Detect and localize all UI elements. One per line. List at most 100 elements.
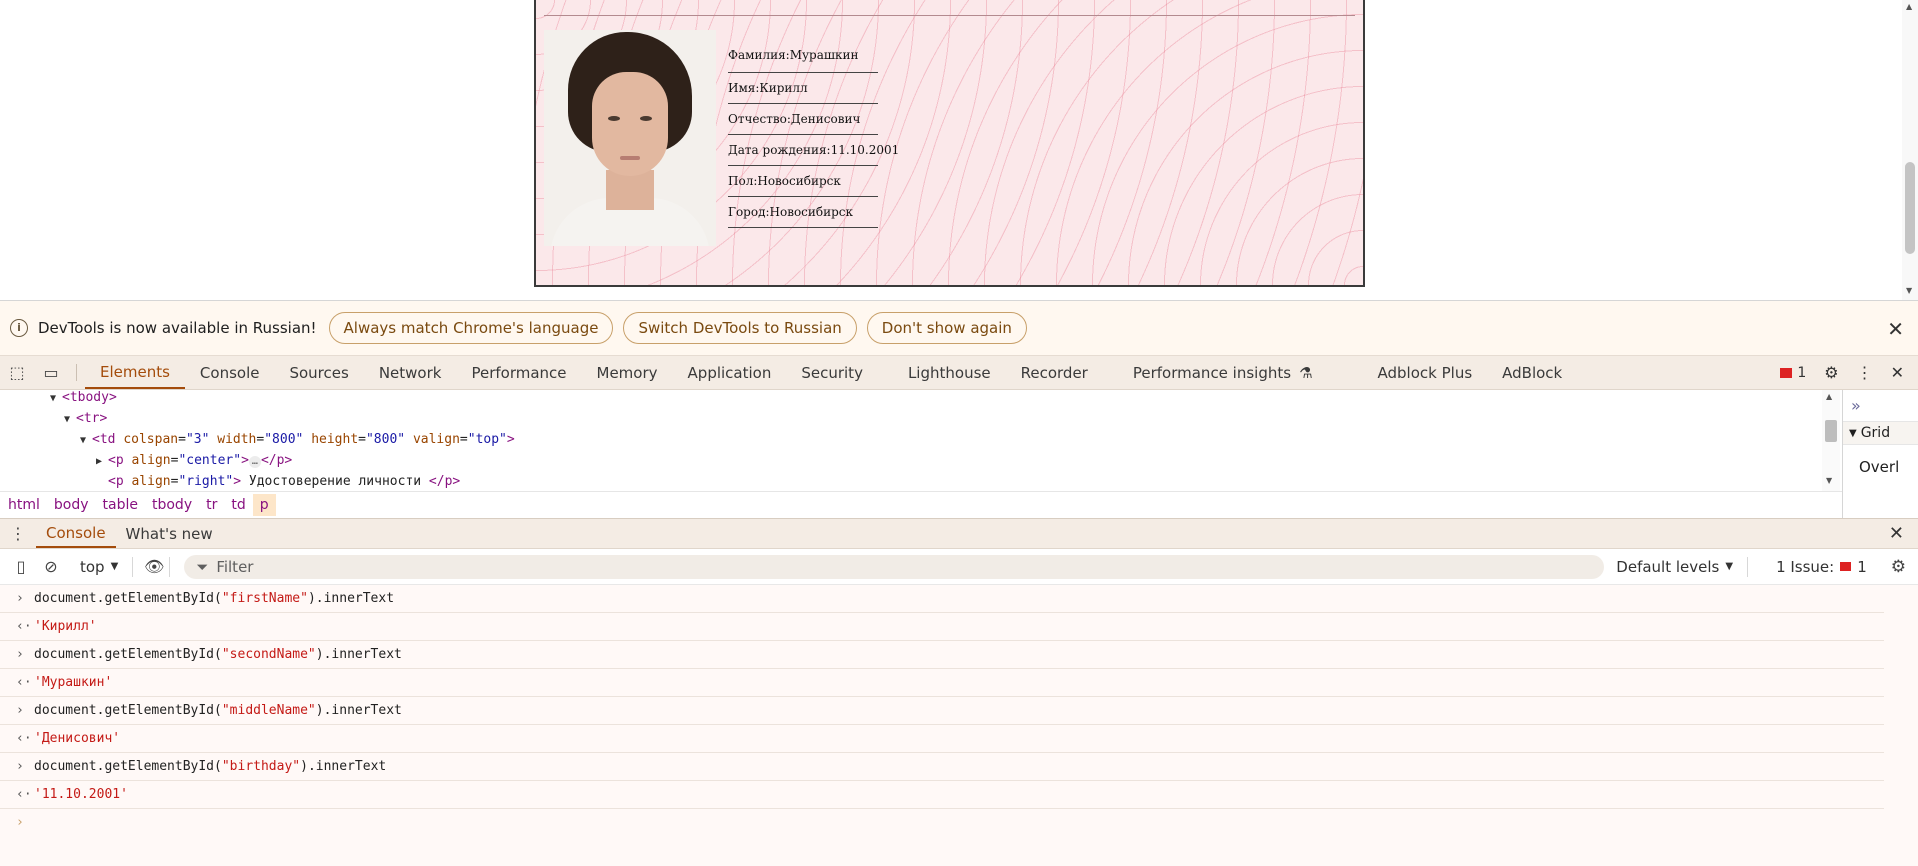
more-options-icon[interactable]: ⋮	[1857, 363, 1873, 382]
breadcrumb-item[interactable]: tr	[199, 494, 224, 516]
tab-application[interactable]: Application	[673, 356, 787, 389]
breadcrumb-item[interactable]: html	[1, 494, 47, 516]
dom-tree-scrollbar[interactable]: ▲ ▼	[1822, 390, 1840, 491]
breadcrumb-item-selected[interactable]: p	[252, 494, 276, 516]
attr-name: width	[217, 432, 257, 447]
scroll-thumb[interactable]	[1825, 420, 1837, 442]
toolbar-divider	[132, 556, 134, 577]
dont-show-again-button[interactable]: Don't show again	[866, 312, 1027, 344]
expand-sidebar-icon[interactable]: »	[1851, 396, 1861, 415]
scroll-up-icon[interactable]: ▲	[1906, 2, 1912, 11]
tab-adblock[interactable]: AdBlock	[1487, 356, 1577, 389]
flask-icon: ⚗	[1299, 363, 1313, 382]
clear-console-icon[interactable]: ⊘	[36, 557, 66, 576]
console-code: document.getElementById(	[34, 703, 222, 718]
tab-memory[interactable]: Memory	[582, 356, 673, 389]
tab-adblock-plus[interactable]: Adblock Plus	[1328, 356, 1488, 389]
tab-performance-insights[interactable]: Performance insights ⚗	[1103, 356, 1328, 389]
console-result[interactable]: 'Мурашкин'	[34, 675, 112, 690]
close-devtools-icon[interactable]: ✕	[1891, 363, 1904, 382]
devtools-tabbar: ⬚ ▭ Elements Console Sources Network Per…	[0, 356, 1918, 390]
dom-node-tbody[interactable]: ▼ <tbody>	[50, 390, 117, 408]
field-birthday: Дата рождения: 11.10.2001	[728, 135, 899, 166]
tab-lighthouse[interactable]: Lighthouse	[878, 356, 1006, 389]
settings-gear-icon[interactable]: ⚙	[1824, 363, 1838, 382]
console-settings-gear-icon[interactable]: ⚙	[1891, 557, 1918, 577]
page-scrollbar[interactable]: ▲ ▼	[1902, 0, 1918, 300]
breadcrumb-item[interactable]: body	[47, 494, 96, 516]
attr-eq: =	[459, 432, 468, 447]
tab-network[interactable]: Network	[364, 356, 457, 389]
live-expression-eye-icon[interactable]: 👁	[139, 557, 169, 576]
collapsed-triangle-icon[interactable]: ▶	[96, 451, 108, 472]
sidebar-toggle-icon[interactable]: ▯	[6, 557, 36, 576]
tab-recorder[interactable]: Recorder	[1006, 356, 1103, 389]
card-divider	[544, 15, 1355, 16]
tab-performance[interactable]: Performance	[456, 356, 581, 389]
dom-node-tr[interactable]: ▼ <tr>	[64, 408, 107, 429]
console-input-row: › document.getElementById("middleName").i…	[0, 697, 1884, 725]
console-code: document.getElementById(	[34, 591, 222, 606]
filter-icon: ⏷	[196, 557, 209, 576]
console-result-row: ‹· 'Денисович'	[0, 725, 1884, 753]
close-drawer-icon[interactable]: ✕	[1889, 519, 1918, 548]
inspect-element-icon[interactable]: ⬚	[0, 356, 34, 389]
toolbar-divider	[76, 364, 77, 381]
console-result[interactable]: '11.10.2001'	[34, 787, 128, 802]
dom-node-p-center[interactable]: ▶ <p align="center">… </p>	[96, 450, 292, 471]
dom-node-td[interactable]: ▼ <td colspan="3" width="800" height="800…	[80, 429, 515, 450]
close-icon[interactable]: ✕	[1887, 317, 1904, 341]
issues-badge[interactable]: 1	[1780, 365, 1806, 381]
field-label: Отчество:	[728, 112, 791, 126]
attr-eq: =	[358, 432, 366, 447]
console-result[interactable]: 'Денисович'	[34, 731, 120, 746]
toolbar-divider	[1747, 556, 1749, 577]
breadcrumb-item[interactable]: table	[96, 494, 145, 516]
expanded-triangle-icon[interactable]: ▼	[64, 409, 76, 430]
breadcrumb-item[interactable]: td	[224, 494, 252, 516]
scroll-up-icon[interactable]: ▲	[1826, 392, 1832, 401]
tab-sources[interactable]: Sources	[274, 356, 363, 389]
expanded-triangle-icon: ▼	[1849, 427, 1857, 439]
attr-eq: =	[178, 432, 186, 447]
drawer-tabbar: ⋮ Console What's new ✕	[0, 518, 1918, 549]
console-input-row: › document.getElementById("firstName").in…	[0, 585, 1884, 613]
tab-elements[interactable]: Elements	[85, 356, 185, 389]
console-issues-button[interactable]: 1 Issue: 1	[1776, 558, 1867, 576]
dom-tree: ▼ <tbody> ▼ <tr> ▼ <td colspan="3" width="8…	[0, 390, 1842, 491]
drawer-tab-whats-new[interactable]: What's new	[116, 519, 223, 548]
tab-console[interactable]: Console	[185, 356, 275, 389]
console-prompt[interactable]: ›	[0, 809, 1884, 837]
console-result-row: ‹· 'Кирилл'	[0, 613, 1884, 641]
drawer-tab-console[interactable]: Console	[36, 519, 116, 548]
ellipsis-icon[interactable]: …	[248, 456, 261, 468]
grid-section-label: Grid	[1860, 425, 1891, 441]
expanded-triangle-icon[interactable]: ▼	[50, 390, 62, 409]
context-selector[interactable]: top ▼	[66, 558, 132, 576]
expanded-triangle-icon[interactable]: ▼	[80, 430, 92, 451]
match-language-button[interactable]: Always match Chrome's language	[328, 312, 614, 344]
drawer-menu-icon[interactable]: ⋮	[0, 519, 36, 548]
issues-count: 1	[1857, 557, 1867, 576]
infobar-message: DevTools is now available in Russian!	[38, 319, 317, 337]
attr-value: "800"	[365, 432, 406, 447]
tab-security[interactable]: Security	[786, 356, 878, 389]
switch-language-button[interactable]: Switch DevTools to Russian	[623, 312, 857, 344]
attr-value: "center"	[178, 453, 242, 468]
scroll-down-icon[interactable]: ▼	[1826, 476, 1832, 485]
photo-mouth	[620, 156, 640, 160]
scroll-thumb[interactable]	[1905, 162, 1915, 254]
console-string: "firstName"	[221, 591, 308, 606]
console-string: "secondName"	[221, 647, 316, 662]
field-first-name: Имя: Кирилл	[728, 73, 878, 104]
dom-node-p-right[interactable]: <p align="right"> Удостоверение личности…	[108, 471, 460, 491]
console-filter-input[interactable]: ⏷ Filter	[184, 554, 1605, 579]
tag-close: >	[241, 453, 249, 468]
grid-section-header[interactable]: ▼ Grid	[1843, 421, 1918, 445]
input-chevron-icon: ›	[16, 759, 24, 774]
scroll-down-icon[interactable]: ▼	[1906, 286, 1912, 295]
device-toolbar-icon[interactable]: ▭	[34, 356, 68, 389]
log-levels-dropdown[interactable]: Default levels ▼	[1616, 558, 1733, 576]
console-result[interactable]: 'Кирилл'	[34, 619, 97, 634]
breadcrumb-item[interactable]: tbody	[145, 494, 199, 516]
